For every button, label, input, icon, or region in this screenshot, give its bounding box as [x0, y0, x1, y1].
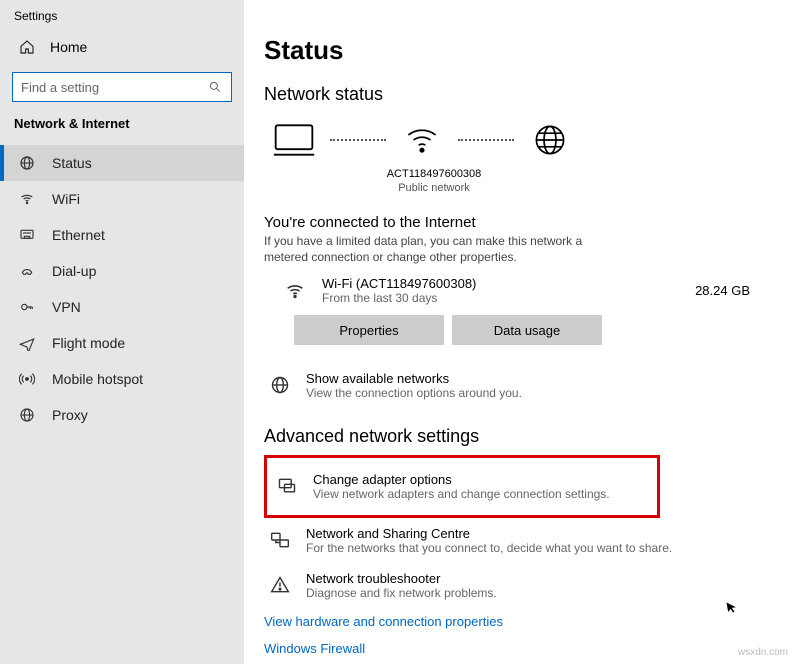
nav-item-dialup[interactable]: Dial-up — [0, 253, 244, 289]
nav-item-label: Dial-up — [52, 263, 96, 279]
diagram-line — [330, 139, 386, 141]
vpn-icon — [18, 298, 36, 316]
sharing-title: Network and Sharing Centre — [306, 526, 672, 541]
nav-list: Status WiFi Ethernet Dial-up — [0, 145, 244, 433]
nav-item-hotspot[interactable]: Mobile hotspot — [0, 361, 244, 397]
nav-home-label: Home — [50, 39, 87, 55]
nav-home[interactable]: Home — [0, 28, 244, 66]
adapter-title: Change adapter options — [313, 472, 610, 487]
section-advanced: Advanced network settings — [264, 426, 800, 447]
nav-item-label: Proxy — [52, 407, 88, 423]
globe-icon — [268, 373, 292, 397]
category-label: Network & Internet — [0, 116, 244, 131]
connection-data: 28.24 GB — [695, 283, 750, 298]
network-name: ACT118497600308 — [334, 167, 534, 181]
pc-icon — [266, 117, 322, 163]
connection-row: Wi-Fi (ACT118497600308) From the last 30… — [264, 276, 800, 305]
link-windows-firewall[interactable]: Windows Firewall — [264, 635, 800, 662]
connected-headline: You're connected to the Internet — [264, 214, 800, 231]
troubleshoot-desc: Diagnose and fix network problems. — [306, 586, 497, 600]
nav-item-status[interactable]: Status — [0, 145, 244, 181]
connection-buttons: Properties Data usage — [294, 315, 800, 345]
nav-item-ethernet[interactable]: Ethernet — [0, 217, 244, 253]
home-icon — [18, 38, 36, 56]
wifi-icon — [282, 278, 308, 304]
data-usage-button[interactable]: Data usage — [452, 315, 602, 345]
ethernet-icon — [18, 226, 36, 244]
nav-item-flight-mode[interactable]: Flight mode — [0, 325, 244, 361]
proxy-icon — [18, 406, 36, 424]
network-sharing-centre[interactable]: Network and Sharing Centre For the netwo… — [264, 518, 800, 563]
dialup-icon — [18, 262, 36, 280]
sharing-icon — [268, 528, 292, 552]
sidebar: Settings Home Network & Internet Status — [0, 0, 244, 664]
plane-icon — [18, 334, 36, 352]
status-icon — [18, 154, 36, 172]
app-title: Settings — [0, 0, 244, 28]
connection-ssid: Wi-Fi (ACT118497600308) — [322, 276, 681, 291]
globe-icon — [522, 117, 578, 163]
connected-desc: If you have a limited data plan, you can… — [264, 233, 584, 267]
show-networks-title: Show available networks — [306, 371, 522, 386]
warning-icon — [268, 573, 292, 597]
network-troubleshooter[interactable]: Network troubleshooter Diagnose and fix … — [264, 563, 800, 608]
nav-item-label: Status — [52, 155, 92, 171]
diagram-line — [458, 139, 514, 141]
sharing-desc: For the networks that you connect to, de… — [306, 541, 672, 555]
nav-item-vpn[interactable]: VPN — [0, 289, 244, 325]
nav-item-label: Ethernet — [52, 227, 105, 243]
wifi-icon — [394, 117, 450, 163]
highlight-box: Change adapter options View network adap… — [264, 455, 660, 518]
hotspot-icon — [18, 370, 36, 388]
nav-item-label: Flight mode — [52, 335, 125, 351]
nav-item-label: WiFi — [52, 191, 80, 207]
show-networks-desc: View the connection options around you. — [306, 386, 522, 400]
link-hardware-properties[interactable]: View hardware and connection properties — [264, 608, 800, 635]
search-box[interactable] — [12, 72, 232, 102]
cursor-icon — [725, 599, 741, 615]
connection-period: From the last 30 days — [322, 291, 681, 305]
page-title: Status — [264, 35, 800, 66]
watermark: wsxdn.com — [738, 647, 788, 658]
network-diagram — [266, 117, 800, 163]
main-content: Status Network status ACT118497600308 Pu… — [244, 0, 800, 664]
nav-item-label: Mobile hotspot — [52, 371, 143, 387]
show-available-networks[interactable]: Show available networks View the connect… — [264, 363, 800, 408]
search-wrap — [12, 72, 232, 102]
adapter-desc: View network adapters and change connect… — [313, 487, 610, 501]
network-type: Public network — [398, 182, 470, 194]
diagram-caption: ACT118497600308 Public network — [334, 167, 534, 196]
wifi-icon — [18, 190, 36, 208]
adapter-icon — [275, 474, 299, 498]
search-icon — [201, 73, 229, 101]
troubleshoot-title: Network troubleshooter — [306, 571, 497, 586]
nav-item-proxy[interactable]: Proxy — [0, 397, 244, 433]
search-input[interactable] — [13, 73, 201, 101]
section-network-status: Network status — [264, 84, 800, 105]
nav-item-wifi[interactable]: WiFi — [0, 181, 244, 217]
properties-button[interactable]: Properties — [294, 315, 444, 345]
change-adapter-options[interactable]: Change adapter options View network adap… — [271, 464, 657, 509]
nav-item-label: VPN — [52, 299, 81, 315]
